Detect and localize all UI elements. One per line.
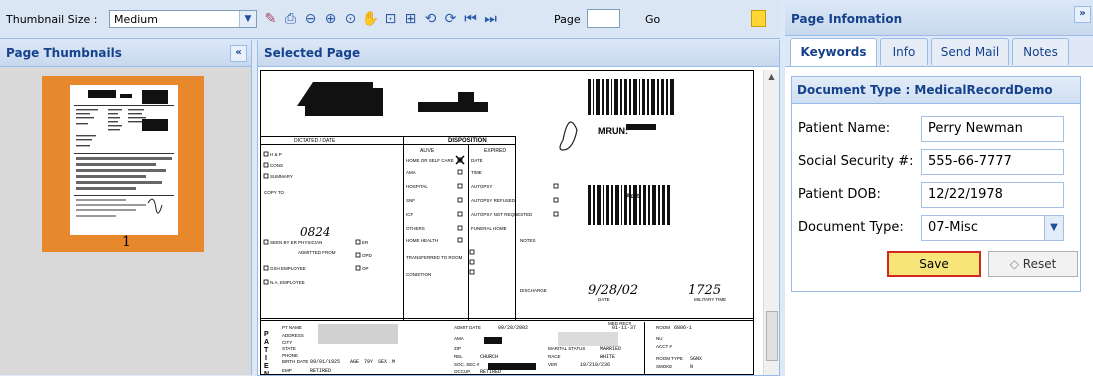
viewer-toolbar: Thumbnail Size : Medium ▼ ✎ ⎙ ⊖ ⊕ ⊙ ✋ ⊡ …	[0, 0, 780, 39]
thumbnails-panel: Page Thumbnails « 1	[0, 40, 252, 375]
selected-page-title: Selected Page	[264, 46, 361, 60]
page-information-panel: Page Infomation » Keywords Info Send Mai…	[785, 0, 1093, 376]
print-icon[interactable]: ⎙	[282, 9, 299, 29]
page-information-header: Page Infomation »	[785, 0, 1093, 36]
patient-name-label: Patient Name:	[798, 121, 891, 136]
zoom-in-icon[interactable]: ⊕	[322, 9, 339, 29]
expand-right-button[interactable]: »	[1074, 6, 1091, 23]
tab-send-mail[interactable]: Send Mail	[931, 38, 1009, 65]
scrollbar-thumb[interactable]	[766, 311, 778, 361]
thumbnail-size-select[interactable]: Medium ▼	[109, 10, 257, 28]
info-tabs: Keywords Info Send Mail Notes	[785, 36, 1093, 67]
rotate-right-icon[interactable]: ⟳	[442, 9, 459, 29]
toolbar-icons: ✎ ⎙ ⊖ ⊕ ⊙ ✋ ⊡ ⊞ ⟲ ⟳ ⏮ ⏭	[262, 9, 499, 29]
page-thumbnail[interactable]: 1	[42, 76, 204, 252]
thumbnails-header: Page Thumbnails «	[0, 40, 251, 67]
first-page-icon[interactable]: ⏮	[462, 9, 479, 29]
document-viewer[interactable]: MRUN: DICTATED / DATE DISPOSITION ALIVE …	[258, 70, 762, 375]
thumbnail-size-label: Thumbnail Size :	[6, 13, 98, 26]
reset-button[interactable]: ◇ Reset	[988, 251, 1078, 277]
page-label: Page	[554, 13, 581, 26]
save-button[interactable]: Save	[887, 251, 981, 277]
reset-label: Reset	[1022, 257, 1057, 271]
page-number-input[interactable]	[587, 9, 620, 28]
page-information-title: Page Infomation	[791, 12, 903, 26]
document-scrollbar[interactable]: ▲	[763, 70, 779, 375]
keywords-tab-body: Document Type : MedicalRecordDemo Patien…	[785, 66, 1093, 376]
document-type-label: Document Type:	[798, 220, 904, 235]
document-type-title: Document Type : MedicalRecordDemo	[792, 77, 1080, 104]
thumbnail-document-icon	[74, 90, 174, 217]
pan-hand-icon[interactable]: ✋	[362, 9, 379, 29]
thumbnail-page-number: 1	[122, 234, 131, 250]
ssn-label: Social Security #:	[798, 154, 914, 169]
thumbnail-image	[70, 85, 178, 235]
document-type-fieldset: Document Type : MedicalRecordDemo Patien…	[791, 76, 1081, 292]
dob-field[interactable]: 12/22/1978	[921, 182, 1064, 208]
zoom-out-icon[interactable]: ⊖	[302, 9, 319, 29]
zoom-select-icon[interactable]: ⊞	[402, 9, 419, 29]
document-type-select[interactable]: 07-Misc ▼	[921, 215, 1064, 241]
dob-label: Patient DOB:	[798, 187, 881, 202]
thumbnail-size-value: Medium	[114, 13, 158, 26]
tab-keywords[interactable]: Keywords	[790, 38, 877, 67]
chevron-down-icon[interactable]: ▼	[1044, 216, 1063, 240]
scroll-up-icon[interactable]: ▲	[764, 70, 779, 84]
zoom-100-icon[interactable]: ⊙	[342, 9, 359, 29]
zoom-fit-icon[interactable]: ⊡	[382, 9, 399, 29]
ssn-field[interactable]: 555-66-7777	[921, 149, 1064, 175]
go-button[interactable]: Go	[645, 13, 660, 26]
tab-notes[interactable]: Notes	[1012, 38, 1069, 65]
collapse-left-button[interactable]: «	[230, 45, 247, 62]
document-frame	[260, 70, 754, 375]
document-type-value: 07-Misc	[928, 220, 978, 235]
patient-name-field[interactable]: Perry Newman	[921, 116, 1064, 142]
highlight-icon[interactable]: ✎	[262, 9, 279, 29]
thumbnails-title: Page Thumbnails	[6, 46, 122, 60]
last-page-icon[interactable]: ⏭	[482, 9, 499, 29]
selected-page-panel: Selected Page MRUN: DICTATED / DATE DISP…	[257, 40, 780, 376]
eraser-icon: ◇	[1009, 257, 1019, 271]
sticky-note-icon[interactable]	[751, 10, 766, 27]
selected-page-header: Selected Page	[258, 40, 779, 67]
tab-info[interactable]: Info	[880, 38, 928, 65]
chevron-down-icon[interactable]: ▼	[239, 11, 256, 27]
rotate-left-icon[interactable]: ⟲	[422, 9, 439, 29]
